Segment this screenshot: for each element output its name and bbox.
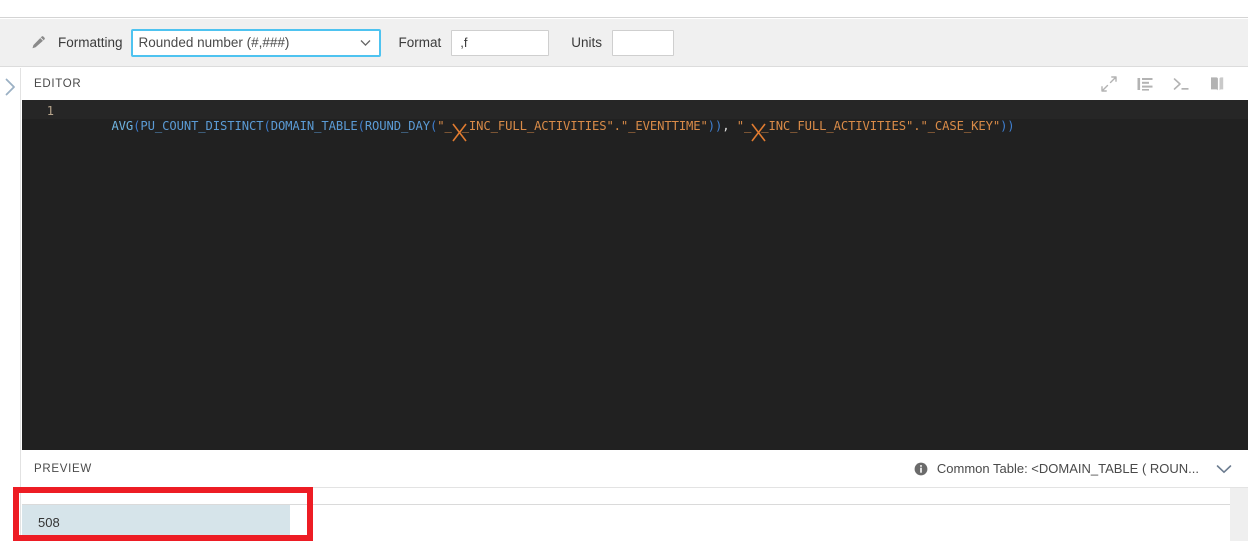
format-input[interactable] xyxy=(451,29,550,56)
code-line: 1 AVG(PU_COUNT_DISTINCT(DOMAIN_TABLE(ROU… xyxy=(22,100,1248,142)
token-comma: , xyxy=(722,119,737,133)
token-activities-eventtime: _INC_FULL_ACTIVITIES"."_EVENTTIME" xyxy=(461,119,708,133)
table-cell-value[interactable]: 508 xyxy=(22,505,290,540)
book-icon[interactable] xyxy=(1208,75,1226,93)
token-round-day: ROUND_DAY xyxy=(364,119,430,133)
token-avg: AVG xyxy=(111,119,134,133)
token-paren: ( xyxy=(357,119,365,133)
token-activities-case-key: _INC_FULL_ACTIVITIES"."_CASE_KEY" xyxy=(761,119,1001,133)
formatting-select-wrapper[interactable]: Rounded number (#,###) xyxy=(123,28,381,57)
preview-title: PREVIEW xyxy=(34,462,92,475)
top-bar xyxy=(0,0,1248,18)
code-content[interactable]: AVG(PU_COUNT_DISTINCT(DOMAIN_TABLE(ROUND… xyxy=(68,104,1015,149)
token-domain-table: DOMAIN_TABLE xyxy=(270,119,358,133)
code-editor[interactable]: 1 AVG(PU_COUNT_DISTINCT(DOMAIN_TABLE(ROU… xyxy=(22,100,1248,450)
line-number: 1 xyxy=(46,104,54,118)
expand-arrows-icon[interactable] xyxy=(1100,75,1118,93)
editor-header: EDITOR xyxy=(22,68,1248,100)
table-header-row xyxy=(22,488,1248,505)
table-row[interactable]: 508 xyxy=(22,505,1248,540)
token-paren: )) xyxy=(1000,119,1015,133)
common-table-info[interactable]: Common Table: <DOMAIN_TABLE ( ROUN... xyxy=(914,461,1248,476)
preview-table: 508 xyxy=(22,488,1248,541)
chevron-right-icon[interactable] xyxy=(4,77,17,97)
editor-toolbar xyxy=(1100,75,1248,93)
token-paren: ( xyxy=(263,119,271,133)
formatting-toolbar: Formatting Rounded number (#,###) Format… xyxy=(0,19,1248,67)
format-indent-icon[interactable] xyxy=(1136,75,1154,93)
terminal-prompt-icon[interactable] xyxy=(1172,75,1190,93)
token-paren: )) xyxy=(707,119,723,133)
token-pu-count-distinct: PU_COUNT_DISTINCT xyxy=(140,119,264,133)
units-label: Units xyxy=(571,35,603,50)
left-rail xyxy=(0,68,21,541)
formatting-select[interactable]: Rounded number (#,###) xyxy=(130,28,381,57)
editor-title: EDITOR xyxy=(34,78,82,90)
formatting-label: Formatting xyxy=(58,35,123,50)
pencil-icon[interactable] xyxy=(30,35,46,51)
preview-header: PREVIEW Common Table: <DOMAIN_TABLE ( RO… xyxy=(22,450,1248,488)
format-label: Format xyxy=(398,35,442,50)
scroll-corner xyxy=(1230,488,1248,541)
chevron-down-icon[interactable] xyxy=(1216,464,1232,474)
info-icon xyxy=(914,462,928,475)
common-table-text: Common Table: <DOMAIN_TABLE ( ROUN... xyxy=(936,461,1199,476)
units-input[interactable] xyxy=(612,29,675,56)
